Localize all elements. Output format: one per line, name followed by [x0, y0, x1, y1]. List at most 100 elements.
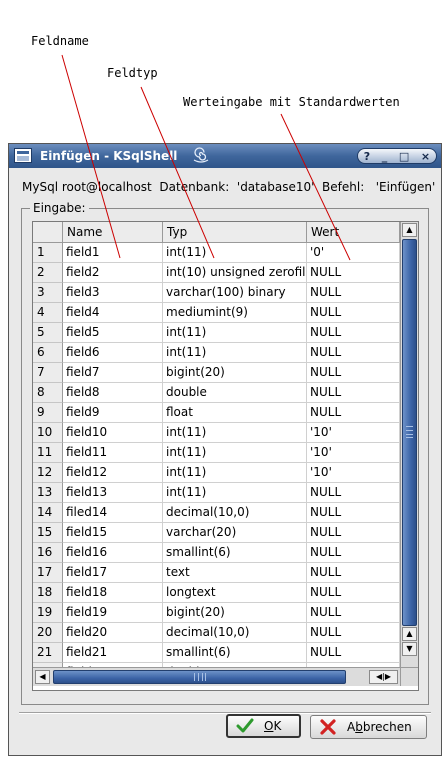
cell-name[interactable]: field21 — [63, 643, 163, 663]
row-header[interactable]: 9 — [33, 403, 63, 423]
cell-value[interactable]: NULL — [307, 503, 400, 523]
cell-type[interactable]: varchar(100) binary — [163, 283, 307, 303]
column-header-name[interactable]: Name — [63, 222, 163, 243]
cell-name[interactable]: field20 — [63, 623, 163, 643]
cell-name[interactable]: field6 — [63, 343, 163, 363]
cell-type[interactable]: decimal(10,0) — [163, 503, 307, 523]
cell-type[interactable]: bigint(20) — [163, 603, 307, 623]
cell-value[interactable]: NULL — [307, 643, 400, 663]
row-header[interactable]: 5 — [33, 323, 63, 343]
help-button[interactable]: ? — [364, 150, 370, 163]
row-header[interactable]: 14 — [33, 503, 63, 523]
row-header[interactable]: 10 — [33, 423, 63, 443]
cell-name[interactable]: field7 — [63, 363, 163, 383]
cell-type[interactable]: bigint(20) — [163, 363, 307, 383]
vertical-scrollbar[interactable]: ▲ ▲ ▼ — [400, 222, 418, 667]
row-header[interactable]: 20 — [33, 623, 63, 643]
cell-name[interactable]: field4 — [63, 303, 163, 323]
cell-name[interactable]: field15 — [63, 523, 163, 543]
row-header[interactable]: 16 — [33, 543, 63, 563]
cell-type[interactable]: text — [163, 563, 307, 583]
cell-value[interactable]: '10' — [307, 463, 400, 483]
cell-type[interactable]: int(11) — [163, 463, 307, 483]
cell-type[interactable]: int(11) — [163, 483, 307, 503]
cancel-button[interactable]: Abbrechen — [310, 715, 427, 739]
cell-value[interactable]: NULL — [307, 363, 400, 383]
cell-type[interactable]: decimal(10,0) — [163, 623, 307, 643]
cell-name[interactable]: field1 — [63, 243, 163, 263]
cell-type[interactable]: int(11) — [163, 423, 307, 443]
row-header[interactable]: 18 — [33, 583, 63, 603]
cell-name[interactable]: field9 — [63, 403, 163, 423]
cell-name[interactable]: field3 — [63, 283, 163, 303]
horizontal-scroll-thumb[interactable] — [53, 670, 346, 684]
row-header[interactable]: 15 — [33, 523, 63, 543]
row-header[interactable]: 17 — [33, 563, 63, 583]
row-header[interactable]: 1 — [33, 243, 63, 263]
cell-value[interactable]: NULL — [307, 263, 400, 283]
row-header[interactable]: 7 — [33, 363, 63, 383]
column-header-value[interactable]: Wert — [307, 222, 400, 243]
row-header[interactable]: 11 — [33, 443, 63, 463]
cell-value[interactable]: NULL — [307, 283, 400, 303]
cell-name[interactable]: field8 — [63, 383, 163, 403]
scroll-left-icon[interactable]: ◀ — [35, 670, 50, 684]
cell-name[interactable]: field12 — [63, 463, 163, 483]
row-header[interactable]: 12 — [33, 463, 63, 483]
cell-value[interactable]: NULL — [307, 383, 400, 403]
cell-value[interactable]: '10' — [307, 423, 400, 443]
cell-name[interactable]: field11 — [63, 443, 163, 463]
cell-type[interactable]: double — [163, 383, 307, 403]
cell-value[interactable]: '10' — [307, 443, 400, 463]
cell-type[interactable]: int(10) unsigned zerofill — [163, 263, 307, 283]
table-corner[interactable] — [33, 222, 63, 243]
row-header[interactable]: 19 — [33, 603, 63, 623]
cell-name[interactable]: field17 — [63, 563, 163, 583]
scroll-up-icon-lower[interactable]: ▲ — [402, 627, 417, 641]
row-header[interactable]: 8 — [33, 383, 63, 403]
horizontal-scrollbar[interactable]: ◀ ◀|▶ — [33, 667, 400, 686]
cell-value[interactable]: NULL — [307, 563, 400, 583]
cell-name[interactable]: field19 — [63, 603, 163, 623]
cell-value[interactable]: NULL — [307, 483, 400, 503]
row-header[interactable]: 2 — [33, 263, 63, 283]
cell-name[interactable]: field13 — [63, 483, 163, 503]
cell-type[interactable]: int(11) — [163, 443, 307, 463]
scroll-down-icon[interactable]: ▼ — [402, 642, 417, 656]
vertical-scroll-thumb[interactable] — [402, 239, 417, 626]
cell-value[interactable]: NULL — [307, 403, 400, 423]
cell-name[interactable]: field2 — [63, 263, 163, 283]
maximize-button[interactable]: □ — [399, 150, 409, 163]
cell-type[interactable]: varchar(20) — [163, 523, 307, 543]
row-header[interactable]: 6 — [33, 343, 63, 363]
cell-type[interactable]: float — [163, 403, 307, 423]
row-header[interactable]: 13 — [33, 483, 63, 503]
ok-button[interactable]: OK — [226, 714, 301, 738]
column-header-type[interactable]: Typ — [163, 222, 307, 243]
row-header[interactable]: 21 — [33, 643, 63, 663]
cell-value[interactable]: NULL — [307, 583, 400, 603]
cell-name[interactable]: field18 — [63, 583, 163, 603]
cell-name[interactable]: filed14 — [63, 503, 163, 523]
app-icon[interactable] — [14, 148, 32, 163]
title-bar[interactable]: Einfügen - KSqlShell ? _ □ × — [9, 144, 441, 168]
cell-value[interactable]: NULL — [307, 623, 400, 643]
cell-value[interactable]: NULL — [307, 543, 400, 563]
cell-value[interactable]: NULL — [307, 523, 400, 543]
cell-name[interactable]: field5 — [63, 323, 163, 343]
cell-type[interactable]: smallint(6) — [163, 643, 307, 663]
cell-type[interactable]: longtext — [163, 583, 307, 603]
cell-type[interactable]: int(11) — [163, 243, 307, 263]
cell-name[interactable]: field16 — [63, 543, 163, 563]
close-button[interactable]: × — [421, 150, 430, 163]
cell-value[interactable]: NULL — [307, 303, 400, 323]
cell-type[interactable]: int(11) — [163, 323, 307, 343]
cell-type[interactable]: smallint(6) — [163, 543, 307, 563]
cell-value[interactable]: NULL — [307, 323, 400, 343]
cell-type[interactable]: int(11) — [163, 343, 307, 363]
cell-type[interactable]: mediumint(9) — [163, 303, 307, 323]
scroll-left-right-icon[interactable]: ◀|▶ — [369, 670, 398, 684]
row-header[interactable]: 3 — [33, 283, 63, 303]
scroll-up-icon[interactable]: ▲ — [402, 223, 417, 237]
cell-value[interactable]: '0' — [307, 243, 400, 263]
